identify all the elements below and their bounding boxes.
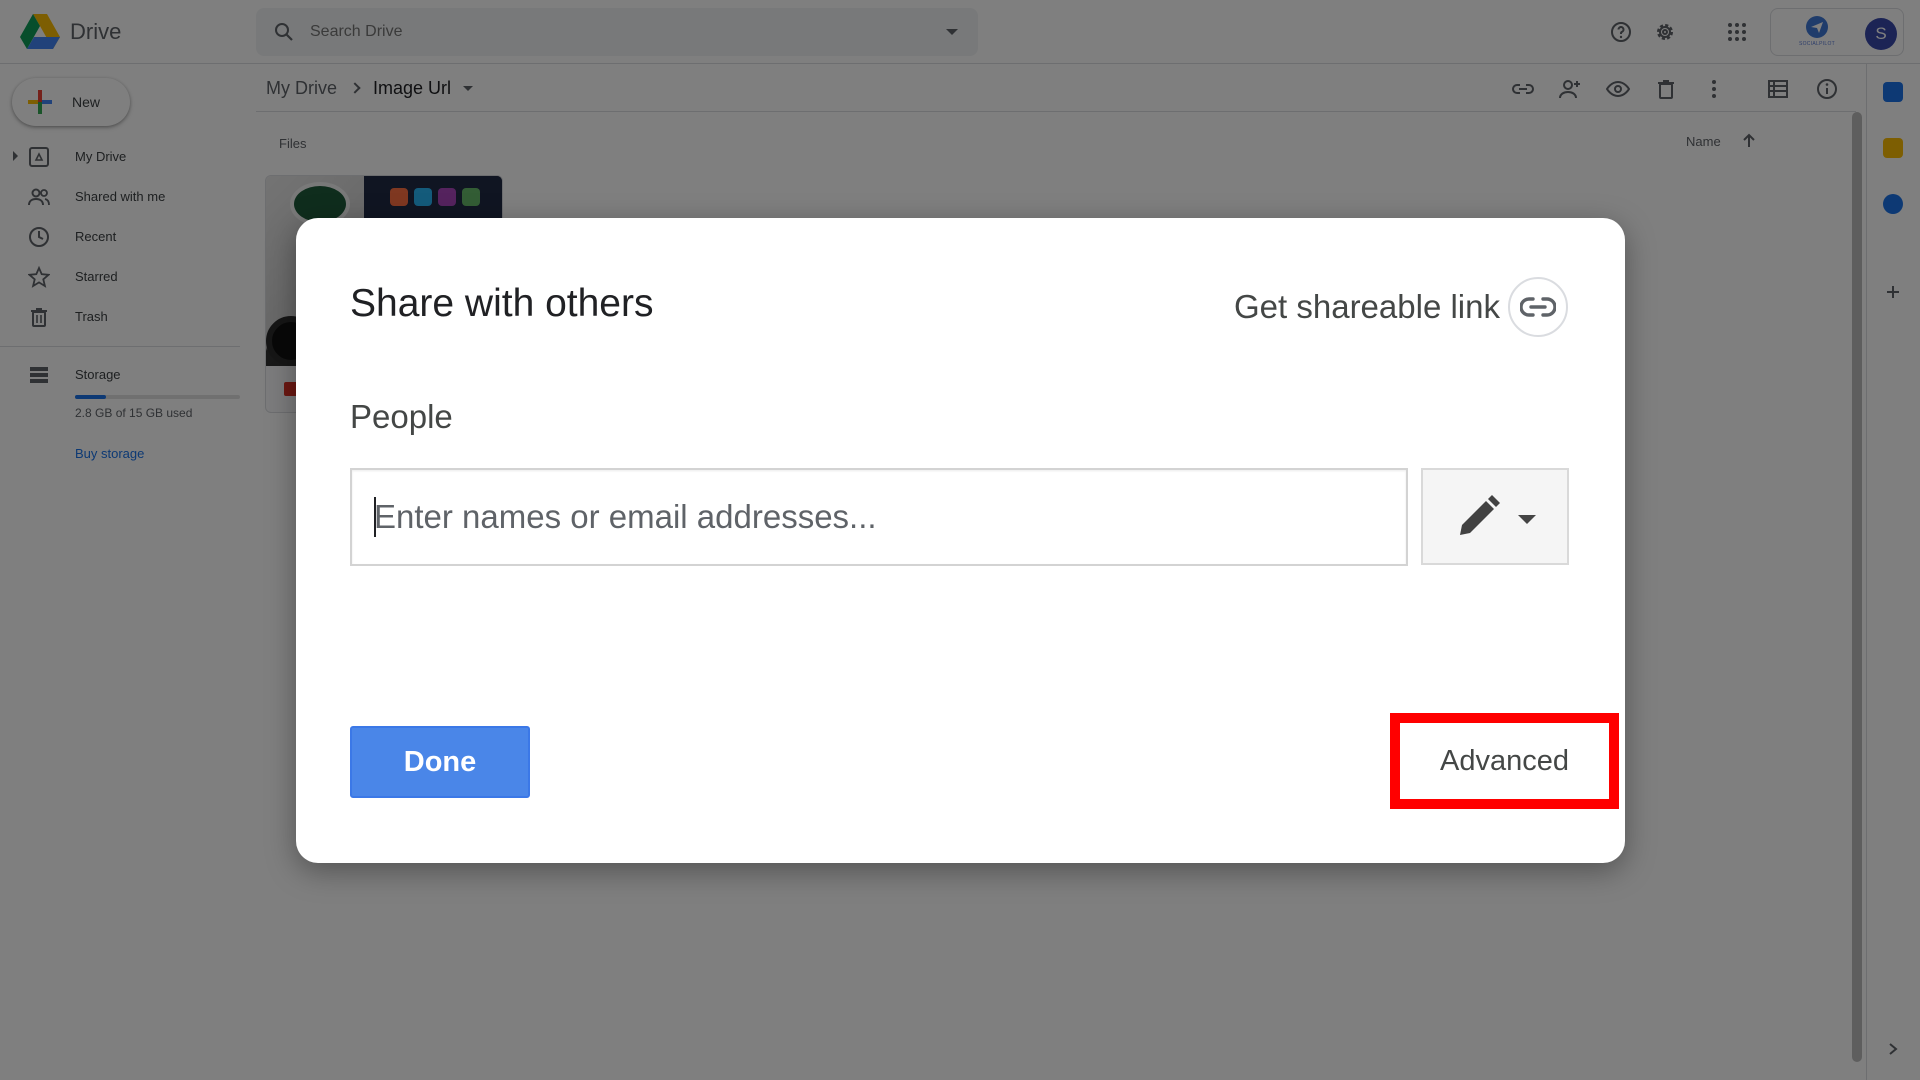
dialog-title: Share with others — [350, 282, 654, 325]
share-dialog: Share with others Get shareable link Peo… — [296, 218, 1625, 863]
link-icon[interactable] — [1507, 277, 1568, 337]
people-email-input[interactable] — [350, 468, 1408, 566]
permission-dropdown[interactable] — [1421, 468, 1569, 565]
advanced-button[interactable]: Advanced — [1390, 713, 1619, 809]
shareable-link-label: Get shareable link — [1234, 288, 1500, 325]
pencil-icon — [1460, 494, 1500, 535]
chevron-down-icon — [1518, 515, 1536, 524]
people-label: People — [350, 398, 453, 435]
done-button[interactable]: Done — [350, 726, 530, 798]
text-cursor — [374, 497, 376, 537]
get-shareable-link-button[interactable]: Get shareable link — [1234, 277, 1568, 337]
